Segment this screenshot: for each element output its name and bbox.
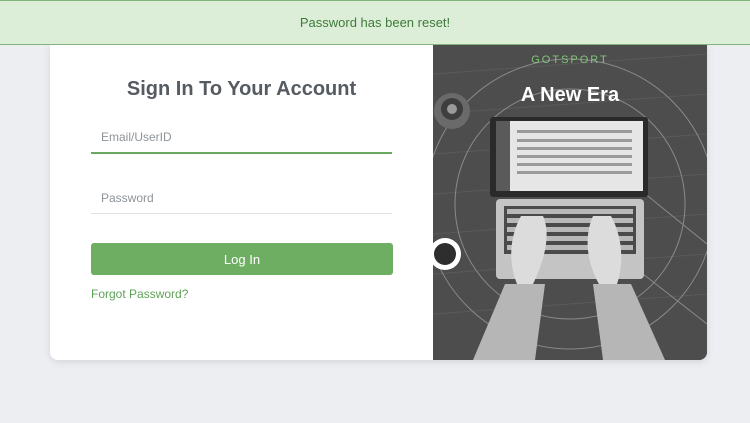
forgot-password-link[interactable]: Forgot Password?	[91, 287, 188, 301]
login-button[interactable]: Log In	[91, 243, 393, 275]
login-form-panel: Sign In To Your Account Log In Forgot Pa…	[50, 44, 433, 360]
password-field[interactable]	[91, 182, 392, 214]
page-title: Sign In To Your Account	[126, 78, 357, 100]
banner-message: Password has been reset!	[299, 15, 451, 30]
promo-panel: GOTSPORT A New Era	[433, 44, 707, 360]
email-field[interactable]	[91, 122, 392, 154]
brand-label: GOTSPORT	[531, 54, 609, 66]
promo-headline: A New Era	[520, 84, 620, 106]
success-banner: Password has been reset!	[0, 0, 750, 45]
login-card: Sign In To Your Account Log In Forgot Pa…	[50, 44, 707, 360]
